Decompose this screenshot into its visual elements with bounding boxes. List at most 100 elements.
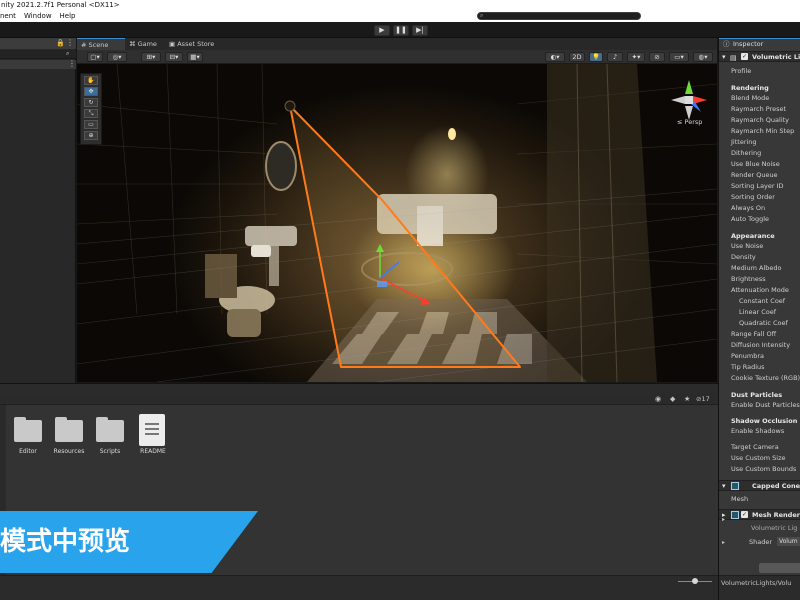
field-enable-dust-particles: Enable Dust Particles	[731, 401, 800, 409]
door	[547, 64, 657, 382]
tab-game-label: Game	[137, 40, 157, 48]
section-dust-particles: Dust Particles	[731, 391, 783, 399]
menu-window[interactable]: Window	[24, 12, 52, 20]
scene-toolbar: ▢▾ ◎▾ ⊞▾ ⊟▾ ▦▾ ◐▾ 2D 💡 ♪ ✦▾ ⊘ ▭▾ ◍▾	[77, 50, 717, 64]
folder-scripts-label: Scripts	[99, 448, 121, 455]
tab-inspector[interactable]: ⓘ Inspector	[719, 38, 800, 50]
rotate-tool-icon[interactable]: ↻	[84, 98, 98, 107]
hierarchy-search[interactable]: ⌕	[0, 50, 76, 59]
field-raymarch-min-step: Raymarch Min Step	[731, 127, 795, 135]
lighting-toggle-icon[interactable]: 💡	[589, 52, 603, 62]
folder-editor[interactable]: Editor	[8, 414, 48, 464]
play-button[interactable]: ▶	[374, 25, 390, 36]
camera-settings-dropdown[interactable]: ▭▾	[669, 52, 689, 62]
field-enable-shadows: Enable Shadows	[731, 427, 785, 435]
scene-viewport[interactable]: ≤ Persp	[77, 64, 717, 382]
field-profile: Profile	[731, 67, 752, 75]
component-volumetric-light[interactable]: ▾ ▤ ✓ Volumetric Ligh	[719, 51, 800, 62]
field-medium-albedo: Medium Albedo	[731, 264, 782, 272]
material-collapse-icon[interactable]: ▸	[722, 516, 725, 523]
grid-visibility-dropdown[interactable]: ▦▾	[187, 52, 203, 62]
project-search-input[interactable]: ⌕	[477, 12, 641, 20]
pivot-dropdown[interactable]: ◎▾	[107, 52, 127, 62]
transform-all-tool-icon[interactable]: ⊕	[84, 131, 98, 140]
field-density: Density	[731, 253, 756, 261]
icon-size-slider-knob[interactable]	[692, 578, 698, 584]
menu-component[interactable]: nent	[0, 12, 16, 20]
field-tip-radius: Tip Radius	[731, 363, 765, 371]
hierarchy-row[interactable]: ⋮	[0, 59, 76, 69]
hidden-objects-icon[interactable]: ⊘	[649, 52, 665, 62]
expand-arrow-icon[interactable]: ▾	[722, 52, 726, 62]
inspector-footer: VolumetricLights/Volu	[719, 575, 800, 600]
field-sorting-layer-id: Sorting Layer ID	[731, 182, 784, 190]
project-header	[0, 384, 718, 394]
draw-mode-dropdown[interactable]: ◐▾	[545, 52, 565, 62]
tab-game[interactable]: ⌘ Game	[125, 38, 165, 50]
component-capped-cone[interactable]: ▾ Capped Cone (	[719, 480, 800, 491]
field-target-camera: Target Camera	[731, 443, 779, 451]
audio-toggle-icon[interactable]: ♪	[607, 52, 623, 62]
step-button[interactable]: ▶|	[412, 25, 428, 36]
section-shadow-occlusion: Shadow Occlusion	[731, 417, 798, 425]
transform-tool-column: ✋ ✥ ↻ ⤡ ▭ ⊕	[80, 73, 102, 145]
mesh-renderer-icon	[731, 511, 739, 519]
star-icon[interactable]: ★	[684, 395, 690, 403]
field-constant-coef: Constant Coef	[739, 297, 786, 305]
tab-scene[interactable]: # Scene	[77, 38, 125, 50]
rect-tool-icon[interactable]: ▭	[84, 120, 98, 129]
field-blend-mode: Blend Mode	[731, 94, 770, 102]
enable-checkbox[interactable]: ✓	[741, 511, 748, 518]
eye-icon[interactable]: ◉	[655, 395, 661, 403]
component-name: Capped Cone (	[752, 482, 800, 490]
persp-prefix-icon: ≤	[677, 118, 683, 126]
tab-asset-store-label: Asset Store	[177, 40, 215, 48]
grid-snap-dropdown[interactable]: ⊞▾	[141, 52, 161, 62]
toilet-paper-roll	[251, 245, 271, 257]
transform-tool-dropdown[interactable]: ▢▾	[87, 52, 103, 62]
field-brightness: Brightness	[731, 275, 766, 283]
search-icon: ⌕	[66, 50, 70, 57]
lock-icon[interactable]: 🔒	[56, 39, 65, 47]
pause-button[interactable]: ❚❚	[393, 25, 409, 36]
scale-tool-icon[interactable]: ⤡	[84, 109, 98, 118]
hand-tool-icon[interactable]: ✋	[84, 76, 98, 85]
add-component-button[interactable]	[759, 563, 800, 573]
tab-inspector-label: Inspector	[733, 40, 764, 48]
toilet	[205, 254, 275, 337]
persp-label[interactable]: ≤ Persp	[677, 118, 702, 126]
effects-dropdown[interactable]: ✦▾	[627, 52, 645, 62]
project-search-bar: ◉ ◆ ★ ⊘17	[0, 394, 718, 405]
move-tool-icon[interactable]: ✥	[84, 87, 98, 96]
material-expand-icon[interactable]: ▸	[722, 539, 725, 546]
enable-checkbox[interactable]: ✓	[741, 53, 748, 60]
menu-help[interactable]: Help	[60, 12, 76, 20]
tab-asset-store[interactable]: ▣ Asset Store	[165, 38, 225, 50]
row-menu-icon[interactable]: ⋮	[68, 59, 76, 68]
tag-icon[interactable]: ◆	[670, 395, 675, 403]
menu-dots-icon[interactable]: ⋮	[66, 38, 74, 47]
hierarchy-header: 🔒 ⋮	[0, 38, 76, 49]
toggle-2d-button[interactable]: 2D	[569, 52, 585, 62]
folder-editor-label: Editor	[19, 448, 37, 455]
file-readme[interactable]: README	[133, 414, 173, 464]
shader-dropdown[interactable]: Volum	[777, 537, 800, 546]
gizmos-dropdown[interactable]: ◍▾	[693, 52, 713, 62]
field-range-fall-off: Range Fall Off	[731, 330, 777, 338]
field-auto-toggle: Auto Toggle	[731, 215, 770, 223]
field-attenuation-mode: Attenuation Mode	[731, 286, 789, 294]
component-mesh-renderer[interactable]: ▸ ✓ Mesh Rendere	[719, 509, 800, 520]
hidden-count[interactable]: ⊘17	[696, 395, 710, 403]
section-rendering: Rendering	[731, 84, 769, 92]
field-linear-coef: Linear Coef	[739, 308, 777, 316]
field-jittering: Jittering	[731, 138, 757, 146]
field-quadratic-coef: Quadratic Coef	[739, 319, 788, 327]
folder-scripts[interactable]: Scripts	[90, 414, 130, 464]
scene-render	[77, 64, 717, 382]
snap-increment-dropdown[interactable]: ⊟▾	[165, 52, 183, 62]
expand-arrow-icon[interactable]: ▾	[722, 481, 726, 491]
folder-resources[interactable]: Resources	[49, 414, 89, 464]
field-use-noise: Use Noise	[731, 242, 764, 250]
folder-icon	[14, 417, 42, 442]
round-mirror	[265, 141, 297, 191]
